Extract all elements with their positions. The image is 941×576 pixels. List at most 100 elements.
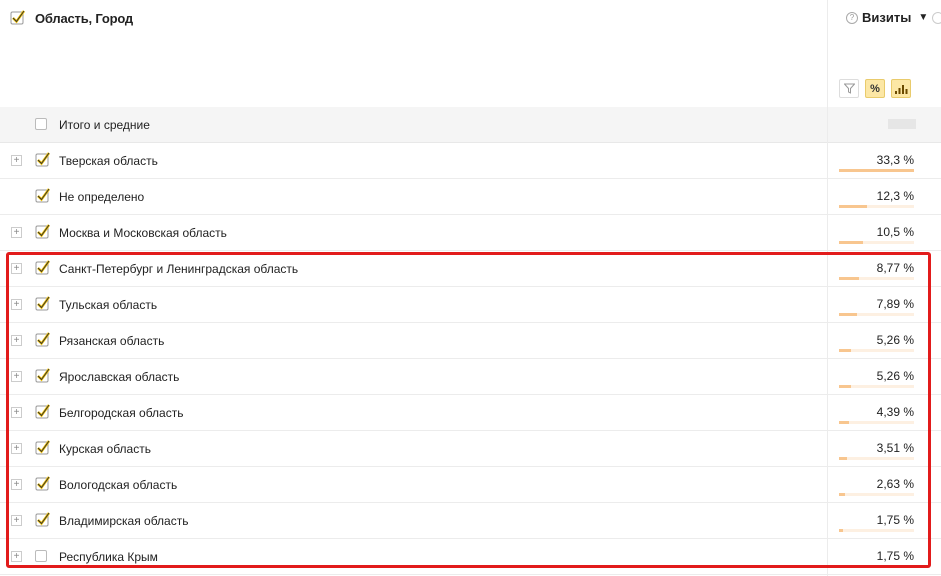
bars-toggle-button[interactable] [891, 79, 911, 98]
visits-percent-value: 7,89 % [876, 297, 914, 311]
share-bar-track [839, 169, 914, 172]
table-row[interactable]: + Курская область 3,51 % [0, 431, 941, 467]
row-checkbox[interactable] [35, 367, 51, 388]
share-bar-fill [839, 241, 863, 244]
table-row[interactable]: + Вологодская область 2,63 % [0, 467, 941, 503]
row-label: Вологодская область [59, 478, 178, 492]
visits-percent-value: 8,77 % [876, 261, 914, 275]
row-checkbox[interactable] [35, 151, 51, 172]
row-label: Владимирская область [59, 514, 189, 528]
table-row[interactable]: + Москва и Московская область 10,5 % [0, 215, 941, 251]
expand-icon[interactable]: + [11, 155, 22, 166]
expand-icon[interactable]: + [11, 551, 22, 562]
row-checkbox[interactable] [35, 475, 51, 496]
share-bar-track [839, 205, 914, 208]
row-checkbox[interactable] [35, 403, 51, 424]
help-icon[interactable] [932, 12, 941, 24]
share-bar-track [839, 529, 914, 532]
row-checkbox[interactable] [35, 511, 51, 532]
visits-column-header[interactable]: ? Визиты ▼ [846, 10, 928, 25]
percent-icon: % [870, 82, 880, 95]
sort-desc-icon: ▼ [918, 12, 929, 23]
row-checkbox[interactable] [35, 223, 51, 244]
row-label: Санкт-Петербург и Ленинградская область [59, 262, 299, 276]
visits-percent-value: 1,75 % [876, 549, 914, 563]
totals-checkbox[interactable] [35, 118, 47, 130]
row-label: Тульская область [59, 298, 158, 312]
visits-percent-value: 33,3 % [876, 153, 914, 167]
expand-icon[interactable]: + [11, 443, 22, 454]
totals-row: Итого и средние [0, 107, 941, 143]
row-label: Ярославская область [59, 370, 180, 384]
table-row[interactable]: + Рязанская область 5,26 % [0, 323, 941, 359]
percent-toggle-button[interactable]: % [865, 79, 885, 98]
visits-percent-value: 5,26 % [876, 369, 914, 383]
share-bar-fill [839, 493, 845, 496]
share-bar-fill [839, 205, 867, 208]
expand-icon[interactable]: + [11, 479, 22, 490]
share-bar-track [839, 313, 914, 316]
share-bar-track [839, 421, 914, 424]
row-label: Республика Крым [59, 550, 158, 564]
visits-percent-value: 2,63 % [876, 477, 914, 491]
expand-icon[interactable]: + [11, 371, 22, 382]
filter-icon [843, 83, 855, 94]
share-bar-fill [839, 457, 847, 460]
visits-percent-value: 1,75 % [876, 513, 914, 527]
share-bar-track [839, 385, 914, 388]
totals-value-placeholder [888, 119, 916, 129]
row-checkbox[interactable] [35, 187, 51, 208]
table-row[interactable]: + Белгородская область 4,39 % [0, 395, 941, 431]
share-bar-fill [839, 529, 843, 532]
share-bar-track [839, 349, 914, 352]
select-all-checkbox[interactable] [10, 9, 26, 30]
totals-label: Итого и средние [59, 118, 150, 132]
row-label: Тверская область [59, 154, 158, 168]
dimension-column-title[interactable]: Область, Город [35, 11, 133, 26]
share-bar-fill [839, 169, 914, 172]
table-row[interactable]: + Ярославская область 5,26 % [0, 359, 941, 395]
visits-percent-value: 12,3 % [876, 189, 914, 203]
row-checkbox[interactable] [35, 550, 47, 562]
expand-icon[interactable]: + [11, 407, 22, 418]
row-checkbox[interactable] [35, 331, 51, 352]
share-bar-fill [839, 565, 843, 568]
visits-percent-value: 10,5 % [876, 225, 914, 239]
share-bar-track [839, 493, 914, 496]
expand-icon[interactable]: + [11, 335, 22, 346]
expand-icon[interactable]: + [11, 299, 22, 310]
share-bar-fill [839, 313, 857, 316]
visits-column-title: Визиты [862, 10, 912, 25]
help-icon[interactable]: ? [846, 11, 858, 24]
expand-icon[interactable]: + [11, 263, 22, 274]
share-bar-fill [839, 385, 851, 388]
table-row[interactable]: + Санкт-Петербург и Ленинградская область… [0, 251, 941, 287]
visits-percent-value: 4,39 % [876, 405, 914, 419]
share-bar-track [839, 277, 914, 280]
share-bar-track [839, 241, 914, 244]
share-bar-fill [839, 421, 849, 424]
row-label: Рязанская область [59, 334, 165, 348]
expand-icon[interactable]: + [11, 515, 22, 526]
row-checkbox[interactable] [35, 439, 51, 460]
share-bar-track [839, 457, 914, 460]
table-row[interactable]: + Тверская область 33,3 % [0, 143, 941, 179]
table-row[interactable]: Не определено 12,3 % [0, 179, 941, 215]
bar-chart-icon [894, 84, 907, 94]
row-label: Курская область [59, 442, 151, 456]
row-label: Белгородская область [59, 406, 184, 420]
filter-button[interactable] [839, 79, 859, 98]
visits-percent-value: 3,51 % [876, 441, 914, 455]
share-bar-fill [839, 277, 859, 280]
row-checkbox[interactable] [35, 295, 51, 316]
visits-percent-value: 5,26 % [876, 333, 914, 347]
share-bar-fill [839, 349, 851, 352]
table-row[interactable]: + Республика Крым 1,75 % [0, 539, 941, 575]
row-checkbox[interactable] [35, 259, 51, 280]
share-bar-track [839, 565, 914, 568]
row-label: Москва и Московская область [59, 226, 227, 240]
expand-icon[interactable]: + [11, 227, 22, 238]
column-divider [827, 0, 828, 576]
table-row[interactable]: + Владимирская область 1,75 % [0, 503, 941, 539]
table-row[interactable]: + Тульская область 7,89 % [0, 287, 941, 323]
